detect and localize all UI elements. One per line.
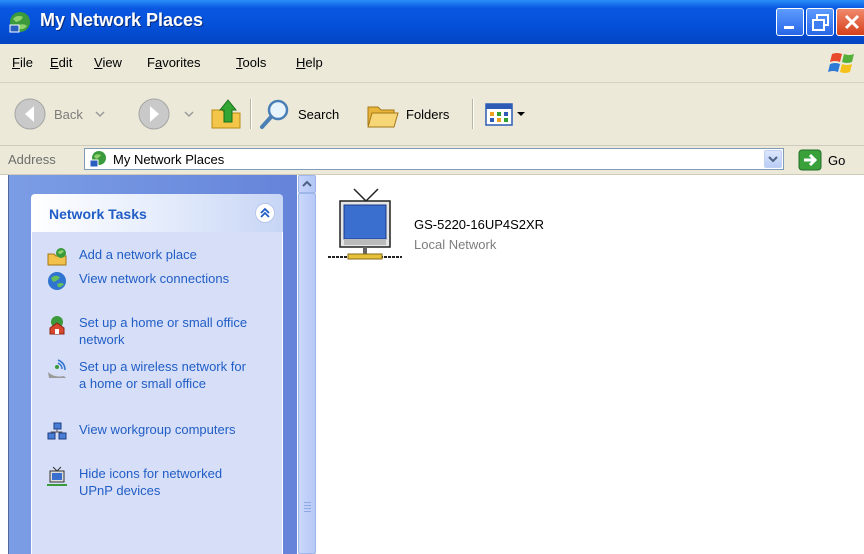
- network-tasks-header[interactable]: Network Tasks: [31, 194, 283, 232]
- task-add-network-place[interactable]: Add a network place: [46, 246, 249, 268]
- menu-tools[interactable]: Tools: [236, 55, 266, 70]
- back-button[interactable]: Back: [12, 96, 107, 132]
- network-places-icon: [9, 12, 30, 33]
- menu-edit[interactable]: Edit: [50, 55, 72, 70]
- network-tasks-title: Network Tasks: [49, 206, 147, 222]
- device-name: GS-5220-16UP4S2XR: [414, 217, 545, 232]
- minimize-icon: [784, 26, 794, 29]
- minimize-button[interactable]: [776, 8, 804, 36]
- scroll-grip: [304, 505, 311, 506]
- go-button[interactable]: Go: [798, 149, 845, 171]
- windows-logo-icon: [828, 53, 854, 73]
- task-setup-home-network[interactable]: Set up a home or small office network: [46, 314, 249, 348]
- menu-favorites-mnemonic: a: [154, 55, 163, 70]
- address-bar: Address My Network Places Go: [0, 146, 864, 175]
- back-arrow-icon: [14, 98, 46, 130]
- views-icon: [485, 103, 513, 126]
- go-label: Go: [828, 152, 846, 168]
- menu-view-mnemonic: V: [94, 55, 103, 70]
- network-tasks-list: Add a network place View network connect…: [31, 232, 283, 554]
- menu-file-mnemonic: F: [12, 55, 20, 70]
- close-icon: [844, 14, 860, 30]
- search-button[interactable]: Search: [258, 96, 339, 132]
- collapse-panel-button[interactable]: [255, 203, 275, 223]
- menu-view[interactable]: View: [94, 55, 122, 70]
- address-value: My Network Places: [113, 152, 225, 167]
- views-button[interactable]: [484, 96, 526, 132]
- close-button[interactable]: [836, 8, 864, 36]
- menu-tools-mnemonic: T: [236, 55, 243, 70]
- window-title: My Network Places: [40, 10, 204, 30]
- toolbar-separator: [250, 99, 252, 129]
- upnp-device-icon: [328, 188, 402, 260]
- network-device-item[interactable]: GS-5220-16UP4S2XR Local Network: [328, 187, 628, 267]
- toolbar: Back Search Folders: [0, 83, 864, 146]
- task-label: Set up a wireless network for a home or …: [79, 359, 246, 391]
- scroll-thumb[interactable]: [298, 193, 316, 554]
- menu-favorites[interactable]: Favorites: [147, 55, 200, 70]
- search-icon: [260, 99, 289, 129]
- address-field[interactable]: My Network Places: [84, 148, 784, 170]
- chevron-up-double-icon: [260, 207, 270, 218]
- wireless-network-icon: [48, 359, 66, 378]
- back-label: Back: [54, 106, 83, 122]
- forward-arrow-icon: [138, 98, 170, 130]
- toolbar-separator: [472, 99, 474, 129]
- restore-icon: [812, 14, 829, 31]
- scroll-grip: [304, 508, 311, 509]
- maximize-button[interactable]: [806, 8, 834, 36]
- task-pane: Network Tasks Add a network place View n…: [8, 175, 297, 554]
- up-folder-icon: [211, 99, 241, 129]
- task-label: Hide icons for networked UPnP devices: [79, 466, 223, 498]
- scroll-up-button[interactable]: [298, 175, 316, 193]
- add-network-place-icon: [47, 248, 67, 266]
- views-dropdown-icon: [517, 112, 525, 116]
- workgroup-icon: [47, 422, 67, 440]
- task-hide-upnp-icons[interactable]: Hide icons for networked UPnP devices: [46, 465, 249, 499]
- home-network-icon: [49, 316, 65, 335]
- task-setup-wireless-network[interactable]: Set up a wireless network for a home or …: [46, 358, 249, 392]
- network-tasks-panel: Network Tasks Add a network place View n…: [31, 194, 283, 554]
- task-label: Add a network place: [79, 247, 197, 262]
- device-description: Local Network: [414, 237, 497, 252]
- network-places-icon: [89, 151, 106, 168]
- back-dropdown-icon: [95, 111, 105, 118]
- forward-dropdown-icon: [184, 111, 194, 118]
- task-view-workgroup-computers[interactable]: View workgroup computers: [46, 421, 249, 443]
- task-pane-scrollbar[interactable]: [298, 175, 316, 554]
- address-label: Address: [8, 152, 56, 167]
- folders-label: Folders: [406, 106, 450, 122]
- forward-button[interactable]: [136, 96, 196, 132]
- task-view-network-connections[interactable]: View network connections: [46, 270, 249, 292]
- menu-help-mnemonic: H: [296, 55, 306, 70]
- search-label: Search: [298, 106, 340, 122]
- menu-edit-mnemonic: E: [50, 55, 59, 70]
- menu-bar: File Edit View Favorites Tools Help: [0, 44, 864, 83]
- content-area: GS-5220-16UP4S2XR Local Network: [316, 175, 864, 554]
- folders-button[interactable]: Folders: [364, 96, 449, 132]
- up-folder-button[interactable]: [208, 96, 244, 132]
- task-label: Set up a home or small office network: [79, 315, 248, 347]
- menu-help[interactable]: Help: [296, 55, 323, 70]
- folders-icon: [367, 106, 399, 128]
- chevron-down-icon: [768, 156, 778, 163]
- explorer-window: My Network Places File Edit View Favorit…: [0, 0, 864, 554]
- task-label: View network connections: [79, 271, 230, 286]
- task-label: View workgroup computers: [79, 422, 236, 437]
- title-bar[interactable]: My Network Places: [0, 0, 864, 44]
- menu-file[interactable]: File: [12, 55, 33, 70]
- upnp-device-icon: [47, 466, 67, 486]
- scroll-grip: [304, 502, 311, 503]
- chevron-up-icon: [302, 180, 312, 187]
- network-connections-icon: [48, 272, 66, 290]
- scroll-grip: [304, 511, 311, 512]
- go-arrow-icon: [798, 149, 822, 171]
- address-dropdown-button[interactable]: [764, 150, 782, 168]
